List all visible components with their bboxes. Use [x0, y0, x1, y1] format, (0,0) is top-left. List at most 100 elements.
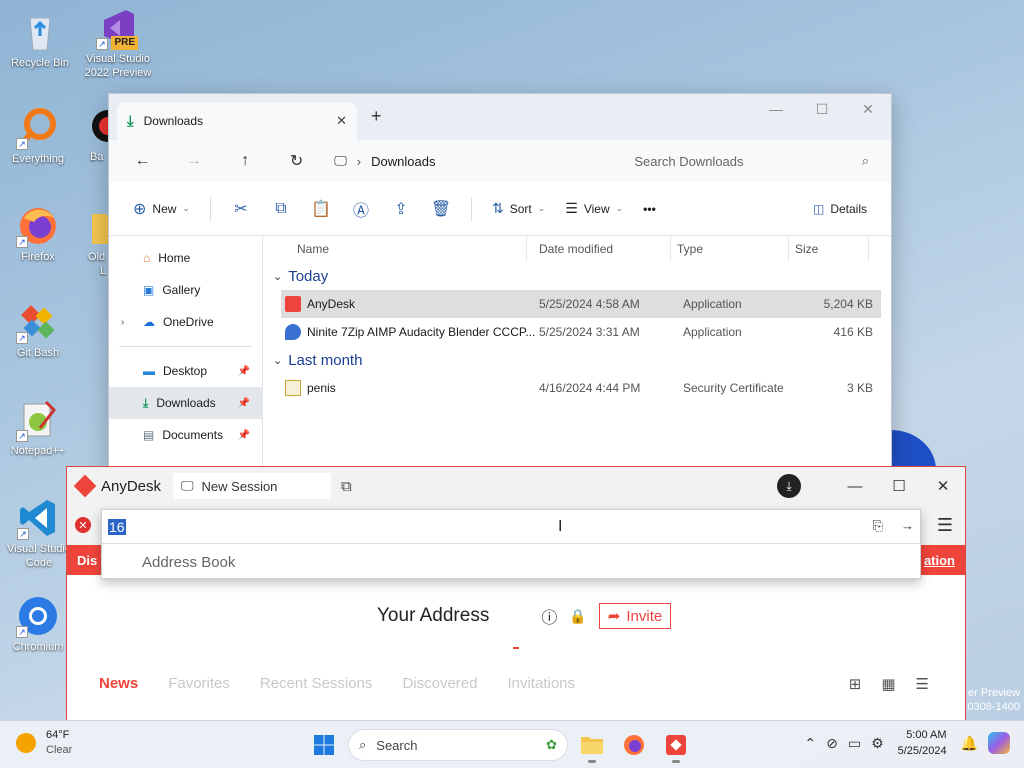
copy-icon[interactable]: ⧉ — [263, 200, 299, 218]
group-header-last-month[interactable]: ⌄ Last month — [263, 346, 891, 374]
info-icon[interactable]: ⓘ — [541, 604, 557, 628]
git-bash-icon: ↗ — [16, 300, 60, 344]
cut-icon[interactable]: ✂ — [223, 199, 259, 219]
minimize-button[interactable]: — — [833, 478, 877, 495]
group-label: Today — [288, 267, 329, 285]
tab-new-session[interactable]: 🖵 New Session — [173, 473, 331, 499]
group-header-today[interactable]: ⌄ Today — [263, 262, 891, 290]
address-bar[interactable]: 🖵 › Downloads — [324, 145, 610, 177]
desktop-icon-visual-studio[interactable]: PRE ↗ Visual Studio 2022 Preview — [80, 6, 156, 80]
taskbar-firefox[interactable] — [616, 727, 652, 763]
desktop-icon-label: Visual Studio 2022 Preview — [84, 53, 152, 79]
desktop-icon-everything[interactable]: ↗ Everything — [0, 106, 76, 166]
new-session-tab-button[interactable]: ⧉ — [341, 478, 352, 495]
view-button[interactable]: ☰ View ⌄ — [557, 193, 631, 225]
banner-link[interactable]: ation — [924, 553, 955, 568]
sidebar-item-onedrive[interactable]: › ☁ OneDrive — [109, 306, 262, 338]
taskbar-search[interactable]: ⌕ Search ✿ — [348, 729, 568, 761]
column-size[interactable]: Size — [789, 236, 869, 262]
share-icon[interactable]: ⇪ — [383, 199, 419, 219]
file-row-certificate[interactable]: penis 4/16/2024 4:44 PM Security Certifi… — [281, 374, 881, 402]
grid-view-icon[interactable]: ▦ — [881, 675, 895, 693]
new-tab-button[interactable]: + — [371, 106, 382, 127]
connect-arrow-icon[interactable]: → — [901, 518, 914, 534]
tab-news[interactable]: News — [99, 675, 138, 692]
delete-icon[interactable]: 🗑 — [423, 199, 459, 219]
column-type[interactable]: Type — [671, 236, 789, 262]
download-status-icon[interactable]: ⤓ — [777, 474, 801, 498]
file-name: AnyDesk — [307, 297, 356, 311]
search-box[interactable]: Search Downloads ⌕ — [622, 145, 881, 177]
file-row-ninite[interactable]: Ninite 7Zip AIMP Audacity Blender CCCP..… — [281, 318, 881, 346]
desktop-icon-recycle-bin[interactable]: Recycle Bin — [2, 10, 78, 70]
hamburger-menu-icon[interactable]: ☰ — [937, 515, 953, 536]
display-icon[interactable]: ▭ — [848, 735, 861, 752]
language-icon[interactable]: ⚙ — [871, 735, 884, 752]
paste-icon[interactable]: 📋 — [303, 199, 339, 219]
clock[interactable]: 5:00 AM 5/25/2024 — [898, 727, 947, 759]
rename-icon[interactable]: Ⓐ — [343, 197, 379, 221]
back-arrow-icon[interactable]: ← — [119, 146, 166, 176]
shortcut-arrow-icon: ↗ — [96, 38, 108, 50]
desktop-icon-label: Visual Studio Code — [6, 543, 71, 569]
list-view-icon[interactable]: ☰ — [916, 675, 929, 693]
minimize-button[interactable]: — — [753, 94, 799, 124]
column-date[interactable]: Date modified — [527, 236, 671, 262]
chevron-up-icon[interactable]: ⌃ — [804, 735, 816, 752]
network-off-icon[interactable]: ⊘ — [826, 735, 838, 752]
column-name[interactable]: Name — [263, 236, 527, 262]
desktop-icon-partial[interactable]: Ba — [80, 106, 110, 164]
chevron-down-icon: ⌄ — [537, 203, 546, 213]
tab-invitations[interactable]: Invitations — [507, 675, 575, 692]
desktop-icon-chromium[interactable]: ↗ Chromium — [0, 594, 76, 654]
pin-icon[interactable]: 📌 — [238, 398, 250, 409]
sidebar-item-downloads[interactable]: ⤓ Downloads 📌 — [109, 387, 262, 419]
sidebar-item-home[interactable]: ⌂ Home — [109, 242, 262, 274]
close-button[interactable]: ✕ — [921, 477, 965, 495]
maximize-button[interactable]: ☐ — [877, 477, 921, 495]
chevron-right-icon[interactable]: › — [121, 317, 124, 328]
explorer-tab[interactable]: ⤓ Downloads ✕ — [117, 102, 357, 140]
more-options-button[interactable]: ••• — [635, 193, 664, 225]
sidebar-item-documents[interactable]: ▤ Documents 📌 — [109, 419, 262, 451]
address-book-item[interactable]: Address Book — [102, 544, 920, 580]
sort-button[interactable]: ⇅ Sort ⌄ — [484, 193, 553, 225]
tab-favorites[interactable]: Favorites — [168, 675, 230, 692]
desktop-icon-git-bash[interactable]: ↗ Git Bash — [0, 300, 76, 360]
pin-icon[interactable]: 📌 — [238, 430, 250, 441]
sidebar-item-desktop[interactable]: ▬ Desktop 📌 — [109, 355, 262, 387]
file-row-anydesk[interactable]: AnyDesk 5/25/2024 4:58 AM Application 5,… — [281, 290, 881, 318]
anydesk-window: AnyDesk 🖵 New Session ⧉ ⤓ — ☐ ✕ ✕ ☰ 16 I… — [66, 466, 966, 722]
tab-discovered[interactable]: Discovered — [402, 675, 477, 692]
tile-view-icon[interactable]: ⊞ — [849, 675, 862, 693]
copilot-icon[interactable] — [988, 732, 1010, 754]
refresh-icon[interactable]: ↻ — [273, 146, 320, 176]
lock-icon[interactable]: 🔒 — [569, 608, 586, 625]
desktop-icon-folder-partial[interactable]: Old L — [82, 206, 110, 278]
pin-icon[interactable]: 📌 — [238, 366, 250, 377]
up-arrow-icon[interactable]: ↑ — [222, 146, 269, 176]
taskbar-anydesk[interactable] — [658, 727, 694, 763]
desktop-icon-firefox[interactable]: ↗ Firefox — [0, 204, 76, 264]
remote-address-input[interactable]: 16 I ⎘ → — [102, 510, 920, 544]
details-button[interactable]: ◫ Details — [805, 193, 875, 225]
anydesk-main: Your Address ⓘ 🔒 ➦ Invite News Favorites… — [67, 575, 965, 721]
bell-icon[interactable]: 🔔 — [961, 735, 978, 752]
close-button[interactable]: ✕ — [845, 94, 891, 124]
breadcrumb[interactable]: Downloads — [371, 154, 435, 169]
tab-recent-sessions[interactable]: Recent Sessions — [260, 675, 373, 692]
weather-widget[interactable]: 64°F Clear — [16, 728, 72, 758]
taskbar-file-explorer[interactable] — [574, 727, 610, 763]
maximize-button[interactable]: ☐ — [799, 94, 845, 124]
file-transfer-icon[interactable]: ⎘ — [873, 518, 883, 534]
close-tab-icon[interactable]: ✕ — [336, 113, 347, 129]
chevron-down-icon: ⌄ — [273, 270, 283, 283]
desktop-icon-notepadpp[interactable]: ↗ Notepad++ — [0, 398, 76, 458]
sidebar-item-gallery[interactable]: ▣ Gallery — [109, 274, 262, 306]
invite-button[interactable]: ➦ Invite — [598, 603, 672, 629]
new-button[interactable]: ⊕ New ⌄ — [125, 193, 198, 225]
start-button[interactable] — [306, 727, 342, 763]
address-input-value[interactable]: 16 — [108, 518, 126, 535]
forward-arrow-icon[interactable]: → — [170, 146, 217, 176]
search-input[interactable]: Search Downloads — [634, 154, 743, 169]
